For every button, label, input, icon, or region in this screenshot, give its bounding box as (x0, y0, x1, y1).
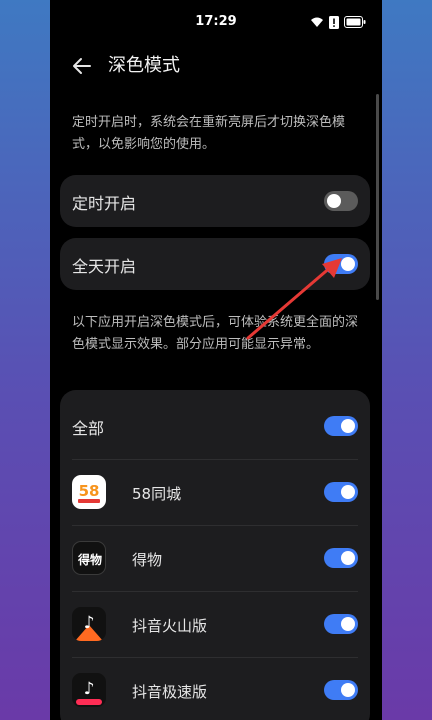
svg-text:♪: ♪ (84, 613, 95, 633)
divider (72, 591, 358, 592)
dewu-icon: 得物 (72, 541, 106, 575)
app-name-douyin-huoshan: 抖音火山版 (132, 617, 208, 635)
all-apps-label: 全部 (72, 419, 105, 438)
all-apps-toggle[interactable] (324, 416, 358, 436)
all-day-on-label: 全天开启 (72, 257, 137, 276)
wifi-icon (311, 17, 323, 27)
apps-card: 全部 58 58同城 得物 得物 ♪ 抖音火山版 ♪ 抖音极速版 (60, 390, 370, 720)
phone-screen: 17:29 深色模式 定时开启时，系统会在重新亮屏后才切换深色模式，以免影响您的… (50, 0, 382, 720)
all-day-on-toggle[interactable] (324, 254, 358, 274)
apps-description: 以下应用开启深色模式后，可体验系统更全面的深色模式显示效果。部分应用可能显示异常… (72, 315, 359, 352)
battery-icon (344, 16, 366, 28)
app-name-douyin-jisu: 抖音极速版 (132, 683, 208, 701)
scheduled-on-label: 定时开启 (72, 194, 137, 213)
schedule-description: 定时开启时，系统会在重新亮屏后才切换深色模式，以免影响您的使用。 (72, 115, 346, 152)
scheduled-on-row[interactable]: 定时开启 (60, 175, 370, 227)
douyin-huoshan-icon: ♪ (72, 607, 106, 641)
app-toggle-dewu[interactable] (324, 548, 358, 568)
back-arrow-icon[interactable] (70, 54, 94, 78)
all-day-on-row[interactable]: 全天开启 (60, 238, 370, 290)
divider (72, 525, 358, 526)
app-toggle-58-tongcheng[interactable] (324, 482, 358, 502)
douyin-jisu-icon: ♪ (72, 673, 106, 707)
scrollbar[interactable] (376, 94, 379, 300)
divider (72, 459, 358, 460)
status-icons (310, 14, 366, 30)
app-name-dewu: 得物 (132, 551, 163, 569)
svg-text:得物: 得物 (77, 552, 102, 567)
58-tongcheng-icon: 58 (72, 475, 106, 509)
scheduled-on-toggle[interactable] (324, 191, 358, 211)
header: 深色模式 (50, 46, 382, 88)
alert-icon (329, 15, 339, 29)
svg-text:58: 58 (79, 482, 100, 500)
status-bar: 17:29 (50, 0, 382, 46)
divider (72, 657, 358, 658)
app-name-58-tongcheng: 58同城 (132, 485, 182, 503)
app-toggle-douyin-huoshan[interactable] (324, 614, 358, 634)
svg-text:♪: ♪ (84, 679, 95, 699)
app-toggle-douyin-jisu[interactable] (324, 680, 358, 700)
page-title: 深色模式 (108, 55, 180, 76)
